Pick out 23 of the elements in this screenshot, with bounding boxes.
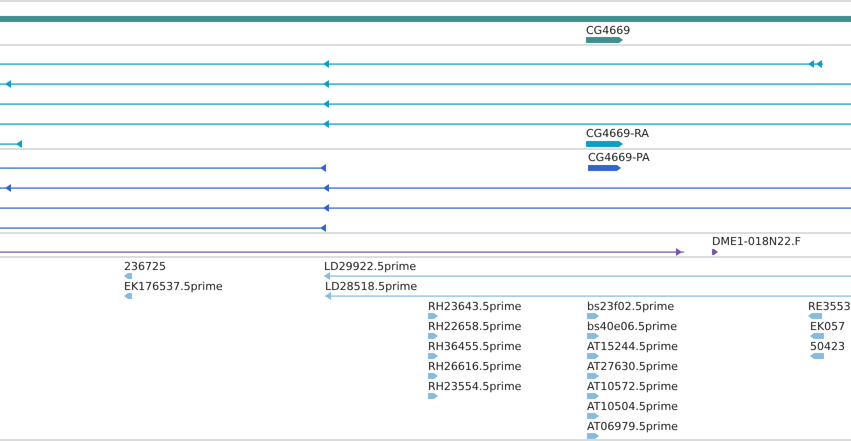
feature-label: RH23643.5prime	[428, 300, 522, 313]
feature-label: bs23f02.5prime	[587, 300, 674, 313]
feature-label: RH22658.5prime	[428, 320, 522, 333]
feature-label: 50423	[810, 340, 845, 353]
feature-label: AT10572.5prime	[587, 380, 678, 393]
feature-label: AT27630.5prime	[587, 360, 678, 373]
feature-label: AT10504.5prime	[587, 400, 678, 413]
feature-label: RH26616.5prime	[428, 360, 522, 373]
feature-label: bs40e06.5prime	[587, 320, 678, 333]
feature-label: EK057	[810, 320, 846, 333]
feature-label: EK176537.5prime	[124, 280, 223, 293]
feature-label: RH36455.5prime	[428, 340, 522, 353]
feature-label: LD28518.5prime	[325, 280, 418, 293]
feature-label: CG4669-RA	[586, 127, 649, 140]
feature-label: RH23554.5prime	[428, 380, 522, 393]
feature-label: AT15244.5prime	[587, 340, 678, 353]
feature-label: AT06979.5prime	[587, 420, 678, 433]
feature-label: CG4669-PA	[588, 151, 650, 164]
feature-label: 236725	[124, 260, 166, 273]
feature-label: LD29922.5prime	[324, 260, 416, 273]
feature-label: DME1-018N22.F	[712, 235, 801, 248]
feature-label: CG4669	[586, 24, 630, 37]
feature-label: RE3553	[808, 300, 851, 313]
